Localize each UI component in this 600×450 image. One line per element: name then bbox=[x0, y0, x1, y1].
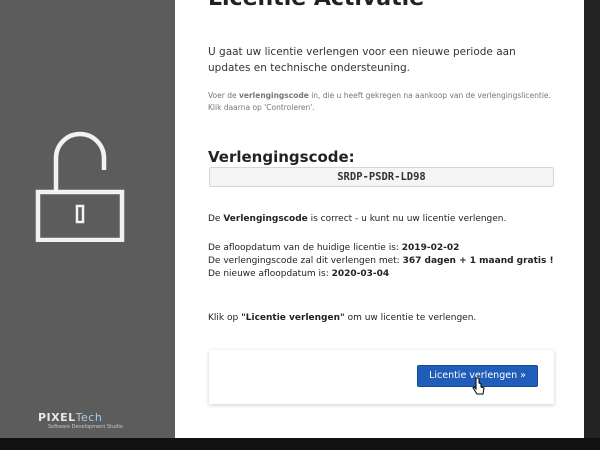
license-info: De afloopdatum van de huidige licentie i… bbox=[208, 242, 558, 281]
status-pre: De bbox=[208, 214, 224, 224]
extend-label: De verlengingscode zal dit verlengen met… bbox=[208, 256, 403, 266]
action-footer: Licentie verlengen » bbox=[209, 350, 554, 404]
logo-main: PIXEL bbox=[38, 411, 76, 424]
mouse-pointer-icon bbox=[472, 377, 485, 395]
new-expiry-row: De nieuwe afloopdatum is: 2020-03-04 bbox=[208, 268, 558, 281]
logo-tagline: Software Development Studio bbox=[48, 424, 123, 430]
current-expiry-value: 2019-02-02 bbox=[401, 243, 460, 253]
status-message: De Verlengingscode is correct - u kunt n… bbox=[208, 213, 558, 225]
intro-text: U gaat uw licentie verlengen voor een ni… bbox=[208, 46, 516, 74]
renewal-code-label: Verlengingscode: bbox=[208, 148, 355, 166]
page-title: Licentie Activatie bbox=[208, 0, 424, 11]
hint-pre: Voer de bbox=[208, 91, 239, 100]
cta-pre: Klik op bbox=[208, 313, 242, 323]
hint-text: Voer de verlengingscode in, die u heeft … bbox=[208, 90, 558, 114]
cta-bold: "Licentie verlengen" bbox=[241, 313, 345, 323]
activation-content: Licentie Activatie U gaat uw licentie ve… bbox=[175, 0, 584, 438]
window-edge bbox=[584, 0, 600, 438]
pixeltech-logo: PIXELTech Software Development Studio bbox=[38, 412, 148, 436]
logo-accent: Tech bbox=[75, 411, 103, 424]
status-bold: Verlengingscode bbox=[223, 214, 308, 224]
current-expiry-label: De afloopdatum van de huidige licentie i… bbox=[208, 243, 402, 253]
unlocked-padlock-icon bbox=[35, 131, 125, 242]
renewal-code-input[interactable] bbox=[209, 167, 554, 187]
sidebar-panel: PIXELTech Software Development Studio bbox=[0, 0, 175, 438]
extend-value: 367 dagen + 1 maand gratis ! bbox=[402, 256, 554, 266]
extend-row: De verlengingscode zal dit verlengen met… bbox=[208, 255, 558, 268]
new-expiry-label: De nieuwe afloopdatum is: bbox=[208, 269, 332, 279]
new-expiry-value: 2020-03-04 bbox=[331, 269, 390, 279]
hint-bold: verlengingscode bbox=[238, 91, 309, 100]
status-post: is correct - u kunt nu uw licentie verle… bbox=[307, 214, 507, 224]
bottom-edge bbox=[0, 438, 600, 450]
cta-post: om uw licentie te verlengen. bbox=[344, 313, 477, 323]
cta-text: Klik op "Licentie verlengen" om uw licen… bbox=[208, 312, 558, 324]
current-expiry-row: De afloopdatum van de huidige licentie i… bbox=[208, 242, 558, 255]
